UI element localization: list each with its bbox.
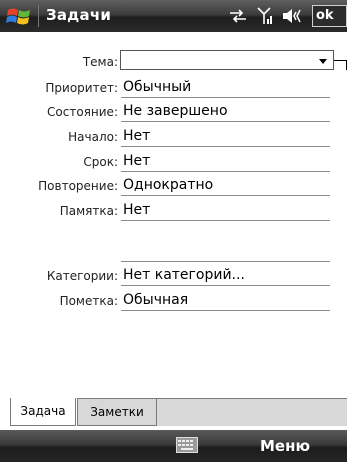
reminder-row[interactable]: Памятка: Нет (0, 199, 347, 223)
status-row[interactable]: Состояние: Не завершено (0, 100, 347, 124)
keyboard-button[interactable] (176, 437, 198, 453)
reminder-label: Памятка: (59, 204, 118, 218)
status-label: Состояние: (47, 105, 118, 119)
due-value[interactable]: Нет (121, 150, 330, 172)
categories-value[interactable]: Нет категорий... (121, 264, 330, 286)
signal-antenna-icon[interactable] (257, 7, 273, 25)
sensitivity-value[interactable]: Обычная (121, 289, 330, 311)
menu-button[interactable]: Меню (260, 437, 310, 455)
subject-label: Тема: (82, 55, 118, 69)
recurrence-value[interactable]: Однократно (121, 174, 330, 196)
priority-row[interactable]: Приоритет: Обычный (0, 76, 347, 100)
app-title: Задачи (46, 6, 112, 24)
due-label: Срок: (83, 155, 118, 169)
start-label: Начало: (68, 130, 118, 144)
due-row[interactable]: Срок: Нет (0, 150, 347, 174)
priority-value[interactable]: Обычный (121, 76, 330, 98)
title-separator (38, 5, 39, 27)
chevron-down-icon[interactable] (319, 59, 327, 64)
subject-combobox[interactable] (120, 50, 334, 70)
status-value[interactable]: Не завершено (121, 100, 330, 122)
tab-notes[interactable]: Заметки (77, 398, 157, 426)
blank-field-line (121, 240, 330, 262)
recurrence-row[interactable]: Повторение: Однократно (0, 174, 347, 198)
tab-strip: Задача Заметки (0, 396, 347, 430)
data-arrows-icon[interactable] (229, 9, 247, 23)
windows-flag-icon (6, 8, 30, 25)
soft-key-bar: Меню (0, 430, 347, 462)
recurrence-label: Повторение: (38, 179, 118, 193)
start-value[interactable]: Нет (121, 125, 330, 147)
categories-row[interactable]: Категории: Нет категорий... (0, 264, 347, 288)
tab-strip-fill (157, 398, 347, 426)
sensitivity-label: Пометка: (59, 294, 118, 308)
priority-label: Приоритет: (45, 81, 118, 95)
keyboard-icon (176, 437, 198, 453)
title-bar: Задачи ok (0, 0, 347, 32)
ok-button[interactable]: ok (312, 5, 347, 27)
reminder-value[interactable]: Нет (121, 199, 330, 221)
speaker-icon[interactable] (282, 8, 304, 24)
tab-task[interactable]: Задача (10, 398, 76, 426)
start-menu-button[interactable] (6, 5, 32, 27)
subject-row: Тема: (0, 50, 347, 74)
sensitivity-row[interactable]: Пометка: Обычная (0, 289, 347, 313)
categories-label: Категории: (46, 269, 118, 283)
start-row[interactable]: Начало: Нет (0, 125, 347, 149)
blank-row (0, 240, 347, 264)
